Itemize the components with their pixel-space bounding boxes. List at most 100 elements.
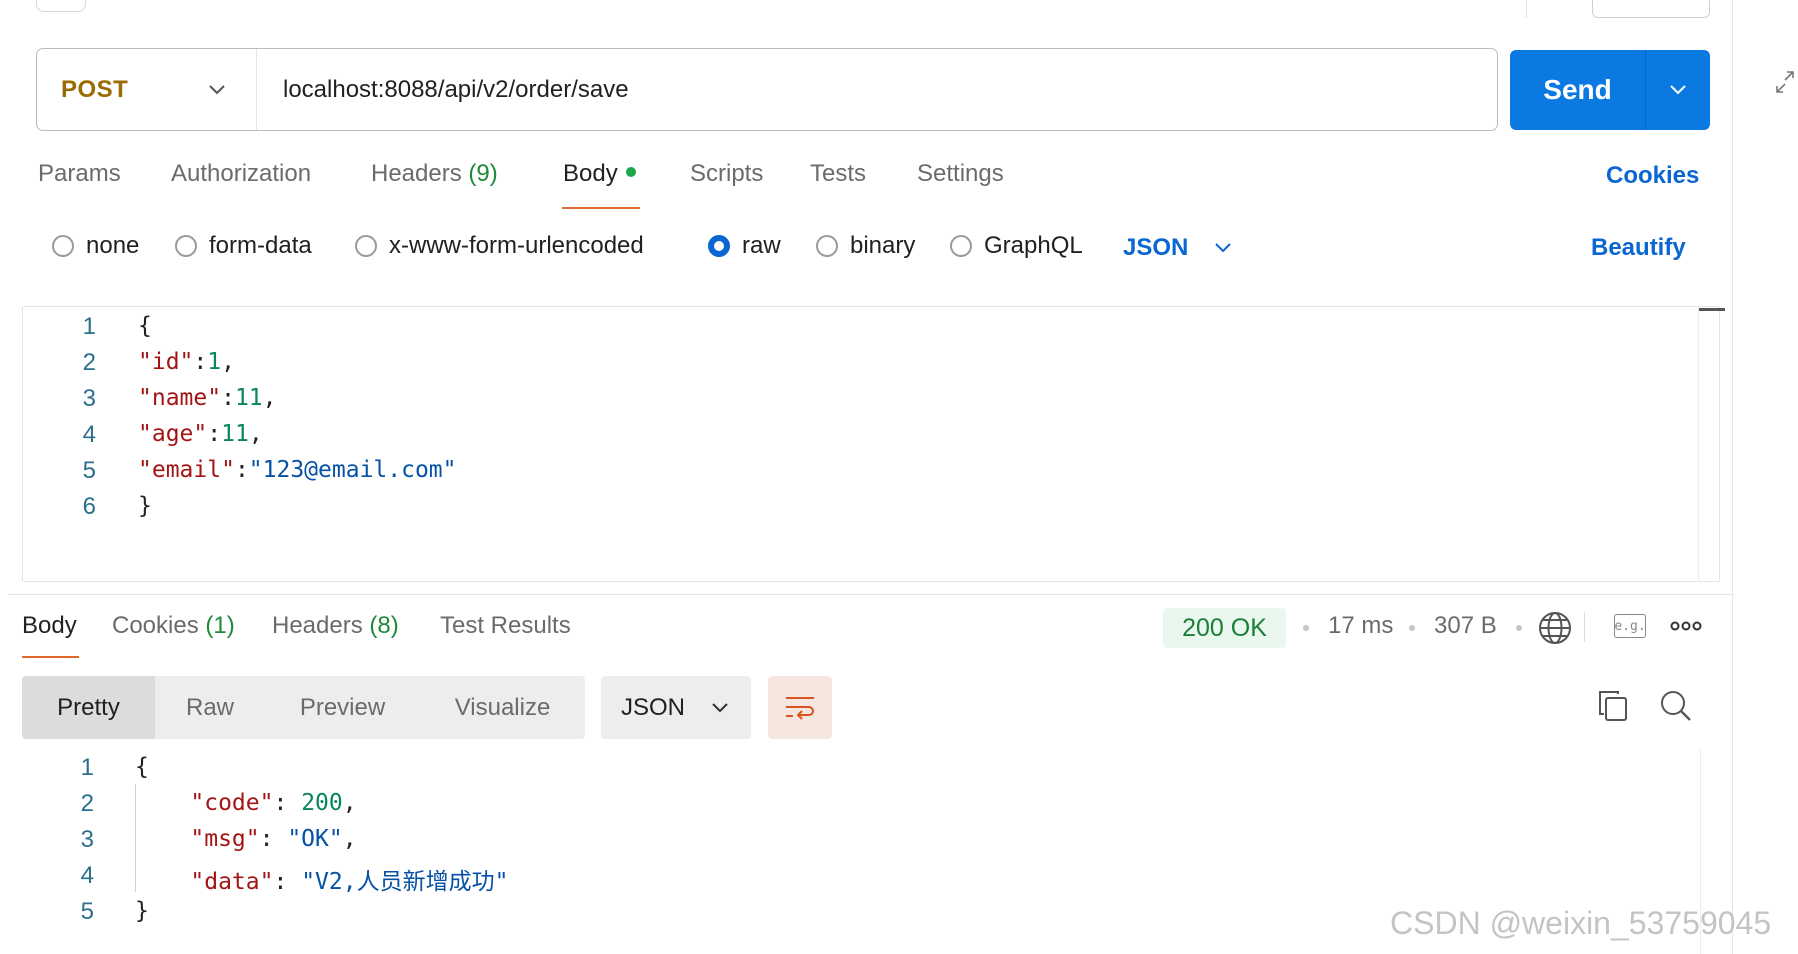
code-line[interactable]: "name":11, [138,385,277,411]
code-token: 11 [234,385,263,411]
radio-form-data[interactable]: form-data [175,232,312,260]
response-tab-headers[interactable]: Headers (8) [272,612,399,640]
code-line[interactable]: } [135,898,149,924]
globe-icon[interactable] [1538,611,1572,645]
code-token: : [221,385,235,411]
code-line[interactable]: "data": "V2,人员新增成功" [135,862,508,896]
send-button[interactable]: Send [1510,50,1646,130]
wrap-lines-button[interactable] [768,676,832,739]
code-token: , [248,421,263,447]
code-token: : [207,421,222,447]
chevron-down-icon [209,84,225,94]
line-number: 2 [80,790,94,817]
editor-scrollbar[interactable] [1698,306,1720,582]
more-options-icon[interactable] [1670,620,1702,632]
response-tab-cookies[interactable]: Cookies (1) [112,612,235,640]
radio-graphql[interactable]: GraphQL [950,232,1083,260]
line-number: 2 [82,349,96,376]
separator-dot [1303,625,1309,631]
code-token: { [135,754,149,780]
view-raw[interactable]: Raw [155,676,265,739]
request-url-bar: POST [36,48,1498,131]
radio-binary[interactable]: binary [816,232,915,260]
view-visualize[interactable]: Visualize [420,676,585,739]
code-token: : [259,826,288,852]
code-line[interactable]: } [138,493,152,519]
response-format-select[interactable]: JSON [601,676,751,739]
tab-authorization[interactable]: Authorization [171,160,311,188]
radio-x-www-form-urlencoded[interactable]: x-www-form-urlencoded [355,232,644,260]
code-token: "name" [138,385,222,411]
send-options-button[interactable] [1646,50,1710,130]
radio-circle-selected [708,235,730,257]
response-size[interactable]: 307 B [1434,612,1497,640]
url-input[interactable] [257,49,1497,130]
panel-border [1732,0,1733,954]
radio-circle [950,235,972,257]
code-token: "V2,人员新增成功" [301,869,509,895]
scrollbar-thumb[interactable] [1699,308,1725,311]
separator-dot [1409,625,1415,631]
tab-tests[interactable]: Tests [810,160,866,188]
line-number: 1 [80,754,94,781]
code-line[interactable]: "msg": "OK", [135,826,356,852]
request-body-editor[interactable] [22,306,1720,582]
code-line[interactable]: "age":11, [138,421,263,447]
active-tab-indicator [562,207,640,209]
method-select[interactable]: POST [37,49,257,130]
search-icon[interactable] [1658,688,1694,724]
divider [1584,612,1585,642]
code-token: : [193,349,208,375]
tab-settings[interactable]: Settings [917,160,1004,188]
radio-raw[interactable]: raw [708,232,781,260]
copy-icon[interactable] [1596,688,1630,724]
code-token: , [262,385,277,411]
view-preview[interactable]: Preview [265,676,420,739]
body-format-label: JSON [1123,234,1189,261]
save-as-example-icon[interactable]: e.g. [1614,614,1646,638]
view-pretty[interactable]: Pretty [22,676,155,739]
code-token: : [273,790,302,816]
code-token: { [138,313,152,339]
status-badge[interactable]: 200 OK [1163,608,1286,648]
code-line[interactable]: "id":1, [138,349,235,375]
code-token: "code" [135,790,274,816]
tab-scripts[interactable]: Scripts [690,160,763,188]
send-button-group: Send [1510,50,1710,130]
code-token: "data" [135,869,274,895]
cookies-count: (1) [205,612,235,639]
separator-dot [1516,625,1522,631]
code-token: , [342,790,357,816]
line-number: 3 [80,826,94,853]
tab-body[interactable]: Body [563,160,636,188]
code-token: } [138,493,152,519]
previous-tab-edge [36,0,86,12]
code-token: "email" [138,457,235,483]
beautify-button[interactable]: Beautify [1591,234,1686,262]
code-line[interactable]: { [135,754,149,780]
tab-params[interactable]: Params [38,160,121,188]
response-tab-test-results[interactable]: Test Results [440,612,571,640]
code-token: : [234,457,249,483]
code-line[interactable]: "email":"123@email.com" [138,457,457,483]
chevron-down-icon [712,702,728,712]
code-token: "id" [138,349,194,375]
pane-divider[interactable] [8,594,1734,595]
response-tab-body[interactable]: Body [22,612,77,640]
expand-icon[interactable] [1775,70,1795,94]
active-tab-indicator [22,656,79,658]
code-line[interactable]: "code": 200, [135,790,357,816]
code-line[interactable]: { [138,313,152,339]
body-format-select[interactable]: JSON [1123,234,1232,262]
response-time[interactable]: 17 ms [1328,612,1393,640]
line-number: 5 [82,457,96,484]
radio-circle [355,235,377,257]
cookies-link[interactable]: Cookies [1606,162,1699,190]
code-token: , [221,349,235,375]
code-token: 200 [301,790,343,816]
code-token: "msg" [135,826,260,852]
save-button-edge[interactable] [1592,0,1710,18]
tab-headers[interactable]: Headers (9) [371,160,498,188]
code-token: "123@email.com" [248,457,457,483]
radio-none[interactable]: none [52,232,139,260]
